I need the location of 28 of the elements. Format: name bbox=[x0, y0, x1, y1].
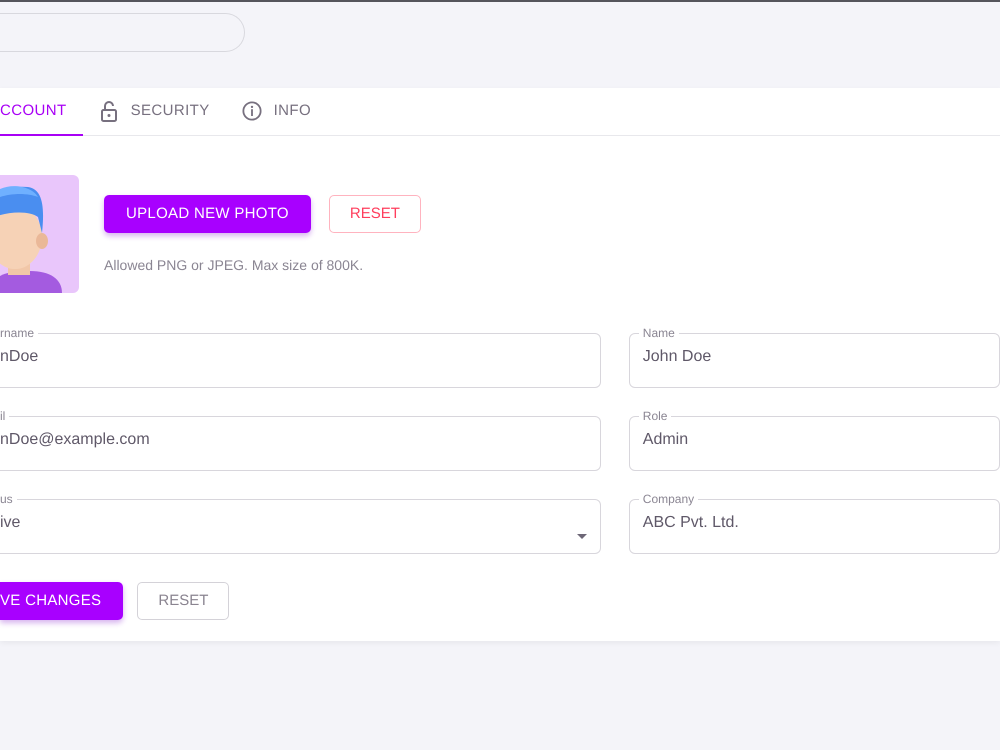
field-label: Role bbox=[642, 409, 668, 423]
field-value: ABC Pvt. Ltd. bbox=[642, 513, 740, 533]
upload-photo-button[interactable]: UPLOAD NEW PHOTO bbox=[104, 195, 311, 233]
field-label: rname bbox=[0, 326, 36, 340]
reset-button[interactable]: RESET bbox=[137, 582, 230, 620]
tab[interactable]: INFO bbox=[226, 88, 328, 136]
upload-hint: Allowed PNG or JPEG. Max size of 800K. bbox=[104, 256, 364, 275]
field-label: il bbox=[0, 409, 6, 423]
input-field[interactable]: Name John Doe bbox=[628, 326, 1000, 388]
info-icon bbox=[242, 100, 262, 122]
input-field[interactable]: il nDoe@example.com bbox=[0, 409, 601, 471]
field-value: Admin bbox=[642, 430, 690, 450]
field-value: nDoe bbox=[0, 347, 40, 367]
save-changes-button[interactable]: VE CHANGES bbox=[0, 582, 124, 620]
dropdown-caret-icon bbox=[576, 534, 587, 539]
tab[interactable]: SECURITY bbox=[82, 88, 226, 136]
tab[interactable]: CCOUNT bbox=[0, 88, 83, 136]
reset-button[interactable]: RESET bbox=[328, 195, 421, 233]
field-label: Name bbox=[642, 326, 676, 340]
field-label: Company bbox=[642, 492, 696, 506]
field-label: us bbox=[0, 492, 14, 506]
input-field[interactable]: Company ABC Pvt. Ltd. bbox=[628, 492, 1000, 554]
input-field[interactable]: Role Admin bbox=[628, 409, 1000, 471]
field-value: nDoe@example.com bbox=[0, 430, 151, 450]
field-value: ive bbox=[0, 513, 22, 533]
search-field[interactable] bbox=[0, 13, 245, 52]
field-value: John Doe bbox=[642, 347, 712, 367]
lock-icon bbox=[98, 100, 119, 122]
